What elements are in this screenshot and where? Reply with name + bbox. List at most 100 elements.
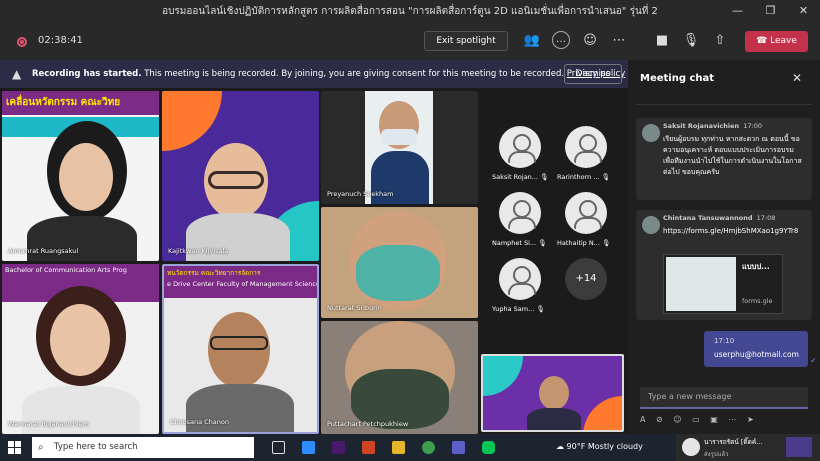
exit-spotlight-button[interactable]: Exit spotlight <box>424 31 508 51</box>
sticker-icon[interactable]: ▣ <box>710 415 722 424</box>
participant-name: Hathaitip N... 🎙 <box>557 239 610 247</box>
recording-banner: ▲ Recording has started. This meeting is… <box>0 60 628 88</box>
participant-name: Nuttarat Sriburin <box>327 304 382 312</box>
message-time: 17:08 <box>756 214 776 222</box>
message-time: 17:10 <box>714 337 735 345</box>
participant-name: Rarinthorn ... 🎙 <box>557 173 610 181</box>
taskbar-search-input[interactable]: ⌕ Type here to search <box>32 437 254 458</box>
send-icon[interactable]: ➤ <box>747 415 758 424</box>
participant-name: Wannarat Rojanavichiem <box>8 420 90 428</box>
task-view-icon[interactable] <box>272 441 285 454</box>
sent-check-icon: ✓ <box>810 356 817 365</box>
title-bar: อบรมออนไลน์เชิงปฏิบัติการหลักสูตร การผลิ… <box>0 0 820 22</box>
powerpoint-icon[interactable] <box>362 441 375 454</box>
avatar <box>682 438 700 456</box>
chat-title: Meeting chat <box>640 73 715 84</box>
mic-icon[interactable]: 🎙 <box>681 31 701 51</box>
meeting-timer: 02:38:41 <box>38 35 83 46</box>
teams-icon[interactable] <box>452 441 465 454</box>
mic-off-icon: 🎙 <box>540 173 549 181</box>
video-tile[interactable]: Nuttarat Sriburin <box>321 207 478 318</box>
meeting-chat-panel: Meeting chat ✕ Saksit Rojanavichien 17:0… <box>628 60 820 434</box>
link-preview-title: แบบป... <box>742 262 770 271</box>
chat-message: Chintana Tansuwannond 17:08 https://form… <box>636 210 812 320</box>
video-tile[interactable]: Puttachart Petchpukhiew <box>321 321 478 434</box>
attach-icon[interactable]: ⊘ <box>656 415 667 424</box>
link-preview-card[interactable]: แบบป... forms.gle <box>663 254 783 314</box>
link-preview-site: forms.gle <box>742 297 773 305</box>
participant-name: Puttachart Petchpukhiew <box>327 420 409 428</box>
participant-label: Yupha Sam... <box>492 305 535 313</box>
participant-avatar[interactable] <box>499 192 541 234</box>
file-explorer-icon[interactable] <box>392 441 405 454</box>
participants-icon[interactable]: 👥 <box>522 31 542 51</box>
mic-off-icon: 🎙 <box>602 239 611 247</box>
banner-text: เคลื่อนหวัตกรรม คณะวิทย <box>2 91 159 115</box>
warning-icon: ▲ <box>12 67 22 81</box>
banner-text: Recording has started. This meeting is b… <box>32 69 625 79</box>
reactions-icon[interactable]: ☺ <box>580 31 600 51</box>
windows-start-icon[interactable] <box>8 441 21 454</box>
zoom-app-icon[interactable] <box>302 441 315 454</box>
chrome-icon[interactable] <box>422 441 435 454</box>
video-tile[interactable]: Bachelor of Communication Arts Prog Wann… <box>2 264 159 434</box>
participant-label: Rarinthorn ... <box>557 173 600 181</box>
close-icon[interactable]: ✕ <box>792 71 802 85</box>
chat-icon[interactable]: … <box>552 31 570 49</box>
participant-avatar[interactable] <box>499 126 541 168</box>
video-tile[interactable]: Preyanuch Seekham <box>321 91 478 204</box>
notification-title: นารารถรัตน์ [ดิ๊ดค์... <box>704 438 763 446</box>
minimize-button[interactable]: — <box>721 0 754 22</box>
avatar <box>642 216 660 234</box>
recording-icon <box>17 37 27 47</box>
maximize-button[interactable]: ❐ <box>754 0 787 22</box>
participant-avatar[interactable] <box>565 192 607 234</box>
video-stage: เคลื่อนหวัตกรรม คณะวิทย Amornrat Ruangsa… <box>0 88 628 434</box>
video-tile[interactable]: เคลื่อนหวัตกรรม คณะวิทย Amornrat Ruangsa… <box>2 91 159 261</box>
cloud-icon: ☁ <box>556 442 564 451</box>
weather-widget[interactable]: ☁ 90°F Mostly cloudy <box>556 442 643 451</box>
search-placeholder: Type here to search <box>54 442 138 452</box>
banner-message: This meeting is being recorded. By joini… <box>144 69 565 79</box>
self-view-tile[interactable] <box>481 354 624 432</box>
dismiss-button[interactable]: Dismiss <box>564 64 622 84</box>
message-sender: Saksit Rojanavichien <box>663 122 740 130</box>
more-actions-icon[interactable]: ⋯ <box>609 31 629 51</box>
notification-toast[interactable]: นารารถรัตน์ [ดิ๊ดค์... ส่งรูปแล้ว <box>676 434 820 461</box>
emoji-icon[interactable]: ☺ <box>673 415 685 424</box>
banner-bold: Recording has started. <box>32 69 142 79</box>
avatar <box>642 124 660 142</box>
message-header: Saksit Rojanavichien 17:00 <box>663 122 762 130</box>
participant-avatar[interactable] <box>565 126 607 168</box>
notification-subtitle: ส่งรูปแล้ว <box>704 451 729 458</box>
window-title: อบรมออนไลน์เชิงปฏิบัติการหลักสูตร การผลิ… <box>162 5 658 17</box>
line-app-icon[interactable] <box>482 441 495 454</box>
compose-toolbar: A ⊘ ☺ ▭ ▣ ⋯ ➤ <box>640 415 816 429</box>
premiere-icon[interactable] <box>332 441 345 454</box>
participant-name: Yupha Sam... 🎙 <box>492 305 545 313</box>
video-tile[interactable]: หนวัตกรรม คณะวิทยาการจัดการ e Drive Cente… <box>162 264 319 434</box>
close-window-button[interactable]: ✕ <box>787 0 820 22</box>
meeting-toolbar: 02:38:41 Exit spotlight 👥 … ☺ ⋯ ■ 🎙 ⇧ ☎ … <box>0 22 820 60</box>
windows-taskbar: ⌕ Type here to search ☁ 90°F Mostly cloud… <box>0 434 820 461</box>
message-text: userphu@hotmail.com <box>714 350 799 359</box>
message-header: Chintana Tansuwannond 17:08 <box>663 214 775 222</box>
format-icon[interactable]: A <box>640 415 649 424</box>
link-preview-image <box>666 257 736 311</box>
more-participants-button[interactable]: +14 <box>565 258 607 300</box>
camera-icon[interactable]: ■ <box>652 31 672 51</box>
participant-avatar[interactable] <box>499 258 541 300</box>
banner-text-line: e Drive Center Faculty of Management Sci… <box>167 280 317 288</box>
banner-text-line: หนวัตกรรม คณะวิทยาการจัดการ <box>167 269 261 277</box>
leave-label: Leave <box>770 36 797 46</box>
chat-compose-input[interactable]: Type a new message <box>640 387 808 409</box>
more-icon[interactable]: ⋯ <box>728 415 740 424</box>
leave-button[interactable]: ☎ Leave <box>745 31 808 52</box>
participant-name: Preyanuch Seekham <box>327 190 394 198</box>
gif-icon[interactable]: ▭ <box>692 415 704 424</box>
message-link[interactable]: https://forms.gle/HmjbShMXao1g9YTr8 <box>663 226 807 237</box>
participant-label: Saksit Rojan... <box>492 173 538 181</box>
video-tile[interactable]: Kajitkwan Kijvisala <box>162 91 319 261</box>
share-icon[interactable]: ⇧ <box>710 31 730 51</box>
message-sender: Chintana Tansuwannond <box>663 214 753 222</box>
